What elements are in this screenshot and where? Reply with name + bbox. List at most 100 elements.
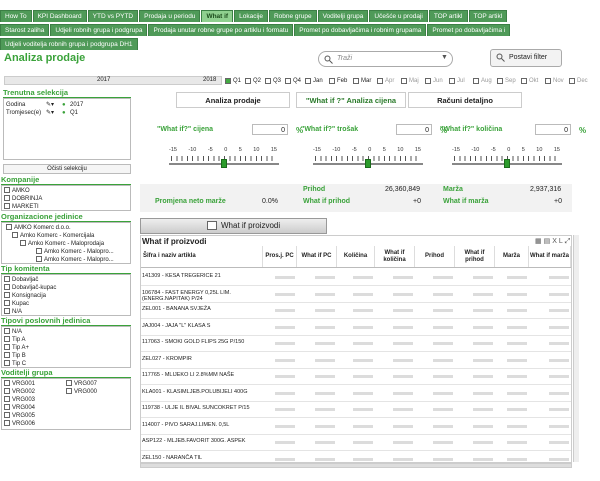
horizontal-scrollbar[interactable] [140, 463, 572, 468]
checkbox-icon[interactable] [4, 187, 10, 194]
checkbox-icon[interactable] [4, 404, 10, 411]
list-item[interactable]: AMKO Komerc d.o.o. [6, 224, 126, 232]
checkbox-icon[interactable] [4, 328, 10, 335]
list-item[interactable]: Amko Komerc - Maloprodaja [20, 240, 126, 248]
checkbox-icon[interactable] [4, 412, 10, 419]
checkbox-icon[interactable] [66, 380, 72, 387]
list-item[interactable]: DOBRINJA [4, 195, 126, 203]
checkbox-icon[interactable] [377, 78, 383, 84]
list-item[interactable]: N/A [4, 328, 126, 336]
checkbox-icon[interactable] [4, 380, 10, 387]
nav-tab[interactable]: Prodaja unutar robne grupe po artiklu i … [148, 24, 294, 36]
nav-tab[interactable]: How To [0, 10, 32, 22]
list-item[interactable]: Dobavljač [4, 276, 126, 284]
checkbox-icon[interactable] [4, 420, 10, 427]
table-row[interactable]: 106784 - FAST ENERGY 0,25L LIM. (ENERG.N… [141, 287, 571, 303]
table-row[interactable]: 117765 - MLIJEKO LI 2.8%MM NAŠE [141, 369, 571, 385]
list-item[interactable]: VRG003 [4, 396, 64, 404]
table-row[interactable]: JAJ004 - JAJA "L" KLASA S [141, 320, 571, 336]
nav-tab[interactable]: TOP artikl [468, 10, 508, 22]
list-item[interactable]: Amko Komerc - Komercijala [12, 232, 126, 240]
table-toolbar-icons[interactable]: ▦▤XL⤢ [535, 237, 572, 246]
list-item[interactable]: Amko Komerc - Malopro... [36, 248, 126, 256]
quarter-option[interactable]: Q1 [225, 77, 243, 85]
quarter-option[interactable]: Q2 [245, 77, 263, 85]
checkbox-icon[interactable] [353, 78, 359, 84]
nav-tab[interactable]: Promet po dobavljačima i [427, 24, 511, 36]
checkbox-icon[interactable] [4, 388, 10, 395]
table-row[interactable]: ZEL027 - KROMPIR [141, 353, 571, 369]
whatif-value-input[interactable]: 0 [535, 124, 571, 135]
checkbox-icon[interactable] [4, 344, 10, 351]
checkbox-icon[interactable] [4, 360, 10, 367]
month-option[interactable]: Feb [329, 77, 351, 85]
quarter-option[interactable]: Q3 [265, 77, 283, 85]
whatif-slider-handle[interactable] [365, 159, 371, 168]
tab-analiza-prodaje[interactable]: Analiza prodaje [176, 92, 290, 108]
checkbox-icon[interactable] [4, 195, 10, 202]
filter-button[interactable]: Postavi filter [490, 49, 562, 67]
month-option[interactable]: Jan [305, 77, 327, 85]
list-item[interactable]: Dobavljač-kupac [4, 284, 126, 292]
nav-tab[interactable]: TOP artikl [428, 10, 468, 22]
whatif-slider-handle[interactable] [221, 159, 227, 168]
checkbox-icon[interactable] [329, 78, 335, 84]
checkbox-icon[interactable] [305, 78, 311, 84]
list-item[interactable]: Tip C [4, 360, 126, 368]
list-item[interactable]: Tip B [4, 352, 126, 360]
table-header-cell[interactable]: What if marža [529, 246, 571, 267]
clear-selection-button[interactable]: Očisti selekciju [3, 164, 131, 174]
checkbox-icon[interactable] [12, 232, 18, 239]
month-option[interactable]: Dec [569, 77, 591, 85]
checkbox-icon[interactable] [4, 336, 10, 343]
checkbox-icon[interactable] [245, 78, 251, 84]
list-item[interactable]: MARKETI [4, 203, 126, 211]
checkbox-icon[interactable] [4, 300, 10, 307]
edit-icon[interactable]: ✎▾ [46, 101, 54, 109]
month-option[interactable]: Jul [449, 77, 471, 85]
checkbox-icon[interactable] [473, 78, 479, 84]
checkbox-icon[interactable] [569, 78, 575, 84]
month-option[interactable]: Okt [521, 77, 543, 85]
month-option[interactable]: Apr [377, 77, 399, 85]
list-item[interactable]: Kupac [4, 300, 126, 308]
list-item[interactable]: VRG002 [4, 388, 64, 396]
table-header-cell[interactable]: Prihod [415, 246, 455, 267]
tab-whatif-analiza[interactable]: "What if ?" Analiza cijena [296, 92, 406, 108]
table-row[interactable]: 114007 - PIVO SARAJ.LIMEN. 0,5L [141, 419, 571, 435]
table-header-cell[interactable]: Pros.j. PC [263, 246, 297, 267]
checkbox-icon[interactable] [401, 78, 407, 84]
table-row[interactable]: 117063 - SMOKI GOLD FLIPS 25G P/150 [141, 336, 571, 352]
table-header-cell[interactable]: What if količina [375, 246, 415, 267]
chevron-down-icon[interactable]: ▼ [441, 54, 448, 61]
nav-tab[interactable]: Lokacije [234, 10, 268, 22]
table-header-cell[interactable]: Količina [337, 246, 375, 267]
table-row[interactable]: ZEL001 - BANANA SVJEŽA [141, 303, 571, 319]
whatif-products-button[interactable]: What if proizvodi [140, 218, 327, 234]
checkbox-icon[interactable] [20, 240, 26, 247]
list-item[interactable]: VRG004 [4, 404, 64, 412]
checkbox-icon[interactable] [4, 352, 10, 359]
checkbox-icon[interactable] [285, 78, 291, 84]
whatif-value-input[interactable]: 0 [252, 124, 288, 135]
quarter-option[interactable]: Q4 [285, 77, 303, 85]
list-item[interactable]: N/A [4, 308, 126, 316]
whatif-slider-handle[interactable] [504, 159, 510, 168]
checkbox-icon[interactable] [4, 396, 10, 403]
checkbox-icon[interactable] [4, 292, 10, 299]
tab-racuni-detaljno[interactable]: Računi detaljno [408, 92, 522, 108]
checkbox-icon[interactable] [6, 224, 12, 231]
checkbox-icon[interactable] [4, 203, 10, 210]
edit-icon[interactable]: ✎▾ [46, 109, 54, 117]
checkbox-icon[interactable] [4, 284, 10, 291]
month-option[interactable]: Nov [545, 77, 567, 85]
nav-tab[interactable]: Udjeli robnih grupa i podgrupa [50, 24, 148, 36]
month-option[interactable]: Aug [473, 77, 495, 85]
list-item[interactable]: VRG005 [4, 412, 64, 420]
nav-tab[interactable]: Voditelji grupa [317, 10, 369, 22]
checkbox-icon[interactable] [36, 256, 42, 263]
checkbox-icon[interactable] [449, 78, 455, 84]
month-option[interactable]: Maj [401, 77, 423, 85]
list-item[interactable]: Tip A [4, 336, 126, 344]
month-option[interactable]: Mar [353, 77, 375, 85]
